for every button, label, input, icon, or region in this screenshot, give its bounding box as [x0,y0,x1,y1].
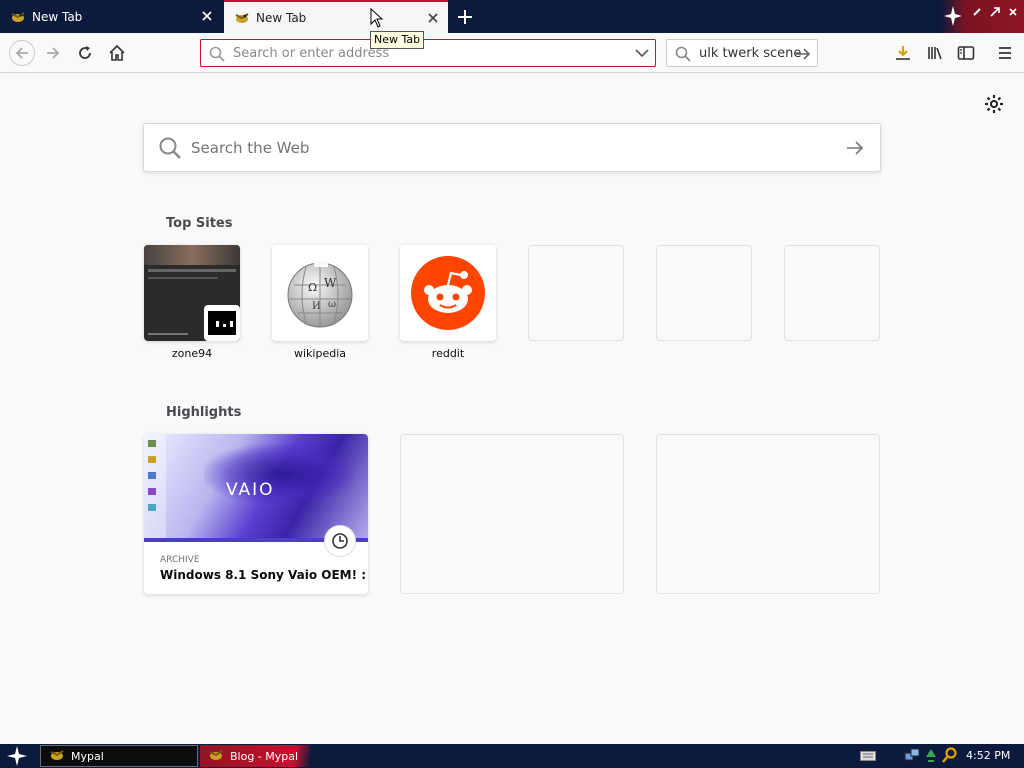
start-star-icon[interactable] [6,745,28,768]
forward-arrow-icon[interactable] [42,42,64,64]
top-site-empty[interactable] [528,245,624,341]
recycle-icon[interactable] [924,747,938,766]
mypal-favicon-icon [49,748,65,765]
svg-text:W: W [324,276,337,290]
empty-tile [784,245,880,341]
back-arrow-icon[interactable] [9,40,35,66]
clock-icon [324,525,356,557]
tab-label: New Tab [32,9,83,24]
library-icon[interactable] [924,42,946,64]
top-site-empty[interactable] [784,245,880,341]
top-site-empty[interactable] [656,245,752,341]
tab-new-tab-1[interactable]: New Tab [0,0,222,33]
top-sites-heading: Top Sites [166,216,233,231]
search-bar-value[interactable]: ulk twerk scene [699,46,801,61]
search-bar[interactable]: ulk twerk scene [666,39,818,67]
go-arrow-icon[interactable] [795,46,811,65]
tab-label: New Tab [256,10,307,25]
taskbar-item-label: Mypal [71,749,104,763]
web-search-placeholder[interactable]: Search the Web [191,139,309,157]
highlight-title: Windows 8.1 Sony Vaio OEM! : M... [160,568,368,582]
empty-tile [656,245,752,341]
home-icon[interactable] [106,42,128,64]
tab-tooltip: New Tab [370,31,425,49]
highlights-heading: Highlights [166,405,242,420]
top-site-label: wikipedia [293,347,346,360]
empty-tile [528,245,624,341]
svg-text:И: И [312,301,321,312]
svg-text:Ω: Ω [308,281,317,294]
keyboard-icon[interactable] [860,751,876,764]
highlight-context: ARCHIVE [160,555,200,565]
wikipedia-globe-icon: Ω W И ω [284,257,356,332]
web-search-box[interactable]: Search the Web [143,123,881,172]
mypal-favicon-icon [10,10,26,24]
maximize-icon[interactable] [990,6,1000,17]
top-site-wikipedia[interactable]: Ω W И ω wikipedia [272,245,368,360]
vaio-logo-text: VAIO [226,480,275,500]
chevron-down-icon[interactable] [635,47,649,62]
downloads-icon[interactable] [892,42,914,64]
taskbar: Mypal Blog - Mypal 4:52 PM [0,744,1024,768]
search-icon [158,136,182,163]
site-thumbnail: Ω W И ω [272,245,368,341]
taskbar-clock: 4:52 PM [966,749,1011,762]
top-site-reddit[interactable]: reddit [400,245,496,360]
gear-icon[interactable] [984,94,1004,114]
top-site-label: zone94 [171,347,213,360]
search-icon [675,46,691,65]
mypal-favicon-icon [234,11,250,25]
menu-hamburger-icon[interactable] [994,42,1016,64]
close-window-icon[interactable] [1008,6,1018,16]
network-icon[interactable] [904,747,920,766]
search-icon [209,46,225,65]
tab-new-tab-2[interactable]: New Tab [224,0,448,33]
top-site-label: reddit [431,347,465,360]
new-tab-plus-icon[interactable] [456,8,474,26]
taskbar-item-mypal[interactable]: Mypal [40,745,198,767]
window-controls [940,0,1024,33]
highlight-card[interactable]: VAIO ARCHIVE Windows 8.1 Sony Vaio OEM! … [144,434,368,594]
close-tab-icon[interactable] [200,9,214,23]
mouse-cursor-icon [370,7,384,31]
site-thumbnail [400,245,496,341]
reddit-alien-icon [411,256,485,333]
highlight-empty [656,434,880,594]
svg-text:ω: ω [328,299,336,310]
magnifier-icon[interactable] [942,747,958,766]
taskbar-item-label: Blog - Mypal [230,749,299,763]
top-site-zone94[interactable]: zone94 [144,245,240,360]
navigation-toolbar: ulk twerk scene [0,33,1024,73]
minimize-icon[interactable] [972,6,982,16]
taskbar-item-blog-mypal[interactable]: Blog - Mypal [200,745,310,767]
tab-strip: New Tab New Tab [0,0,1024,33]
site-icon [204,305,240,341]
reload-icon[interactable] [74,42,96,64]
search-go-arrow-icon[interactable] [846,140,864,159]
site-thumbnail [144,245,240,341]
sidebar-toggle-icon[interactable] [955,42,977,64]
close-tab-icon[interactable] [426,11,440,25]
mypal-favicon-icon [208,748,224,765]
highlight-empty [400,434,624,594]
star-logo-icon [943,5,963,30]
url-bar[interactable] [200,39,656,67]
